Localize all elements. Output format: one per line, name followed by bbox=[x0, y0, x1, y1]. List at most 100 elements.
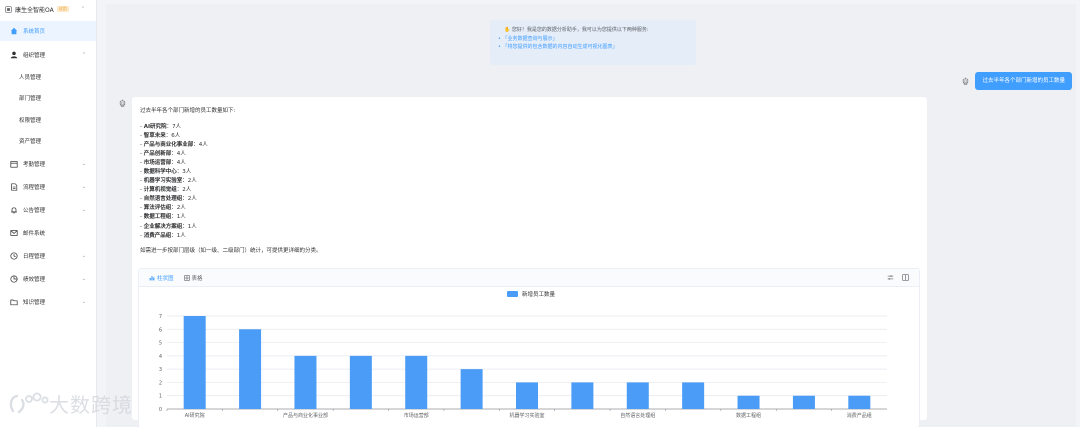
x-tick-label: 数据工程组 bbox=[736, 412, 761, 419]
tab-label: 表格 bbox=[191, 275, 203, 282]
chevron-down-icon: ⌄ bbox=[81, 298, 86, 305]
y-tick-label: 6 bbox=[159, 327, 162, 333]
x-tick-label: AI研究院 bbox=[185, 412, 205, 419]
chevron-down-icon: ⌄ bbox=[81, 252, 86, 259]
watermark-text: 大数跨境 bbox=[49, 393, 133, 417]
robot-icon bbox=[119, 99, 126, 107]
y-tick-label: 2 bbox=[159, 380, 162, 386]
sidebar-item-schedule[interactable]: 日程管理 ⌄ bbox=[0, 244, 96, 267]
home-icon bbox=[10, 27, 18, 35]
y-tick-label: 7 bbox=[159, 314, 162, 320]
list-item: - 市场运营部：4人 bbox=[140, 160, 186, 167]
x-tick-label: 市场运营部 bbox=[404, 412, 429, 419]
sidebar-item-notice[interactable]: 公告管理 ⌄ bbox=[0, 198, 96, 221]
split-view-icon[interactable] bbox=[902, 274, 909, 281]
list-item: - AI研究院：7人 bbox=[140, 124, 182, 130]
pie-icon bbox=[10, 274, 18, 283]
list-item: - 智草未来：6人 bbox=[140, 133, 181, 140]
bar[interactable] bbox=[460, 369, 483, 409]
chevron-up-icon[interactable]: ⌃ bbox=[81, 6, 85, 12]
bar[interactable] bbox=[239, 329, 262, 409]
table-icon bbox=[183, 274, 190, 281]
chart-tools bbox=[887, 274, 909, 281]
y-tick-label: 4 bbox=[159, 354, 162, 360]
sidebar-subitem-asset[interactable]: 资产管理 bbox=[0, 131, 96, 153]
sidebar-item-mail[interactable]: 邮件系统 bbox=[0, 221, 96, 244]
legend-label: 新增员工数量 bbox=[522, 290, 556, 298]
sidebar-item-performance[interactable]: 绩效管理 ⌄ bbox=[0, 267, 96, 290]
list-item: - 企业解决方案组：1人 bbox=[140, 223, 197, 230]
chevron-down-icon: ⌄ bbox=[81, 183, 86, 190]
trial-badge: 试用 bbox=[56, 6, 69, 12]
bar[interactable] bbox=[737, 395, 760, 409]
sidebar-item-knowledge[interactable]: 知识管理 ⌄ bbox=[0, 290, 96, 313]
y-tick-label: 3 bbox=[159, 367, 162, 373]
bar[interactable] bbox=[848, 395, 871, 409]
welcome-option[interactable]: 「业务数据查询与展示」 bbox=[498, 35, 688, 43]
reply-list: - AI研究院：7人 - 智草未来：6人 - 产品与商业化事业部：4人 - 产品… bbox=[140, 123, 919, 241]
bar[interactable] bbox=[349, 355, 372, 409]
reply-intro: 过去半年各个部门新增的员工数量如下: bbox=[140, 108, 236, 114]
sidebar-item-org[interactable]: 组织管理 ⌃ bbox=[0, 43, 96, 66]
x-tick-label: 产品与商业化事业部 bbox=[283, 412, 328, 419]
list-item: - 计算机视觉组：2人 bbox=[140, 187, 192, 194]
x-tick-label: 消费产品组 bbox=[847, 412, 872, 419]
tab-table[interactable]: 表格 bbox=[183, 274, 203, 282]
sidebar-subitem-permission[interactable]: 权限管理 bbox=[0, 109, 96, 131]
folder-icon bbox=[10, 299, 18, 305]
mail-icon bbox=[10, 229, 18, 236]
tab-label: 柱状图 bbox=[157, 275, 174, 282]
bar[interactable] bbox=[405, 355, 428, 409]
app-logo-icon bbox=[5, 5, 12, 13]
watermark: 大数跨境 bbox=[7, 389, 133, 418]
bar[interactable] bbox=[571, 382, 594, 409]
bar[interactable] bbox=[682, 382, 705, 409]
x-tick-label: 机器学习实验室 bbox=[509, 412, 544, 419]
welcome-greeting: ✋ 您好！我是您的数据分析助手，我可以为您提供以下两种服务: bbox=[504, 26, 688, 33]
user-message-row: 过去半年各个部门新增的员工数量 bbox=[962, 72, 1072, 90]
bar[interactable] bbox=[792, 395, 815, 409]
watermark-logo-icon bbox=[9, 392, 49, 413]
sidebar-item-label: 组织管理 bbox=[23, 52, 46, 59]
bar[interactable] bbox=[183, 316, 206, 409]
welcome-card: ✋ 您好！我是您的数据分析助手，我可以为您提供以下两种服务: 「业务数据查询与展… bbox=[490, 20, 696, 65]
user-icon bbox=[10, 51, 18, 58]
sidebar-item-label: 考勤管理 bbox=[23, 161, 46, 168]
chevron-down-icon: ⌄ bbox=[81, 206, 86, 213]
sidebar-item-label: 知识管理 bbox=[23, 299, 46, 306]
sidebar: 康生全智能OA 试用 ⌃ 系统首页 组织管理 ⌃ 人员管理 部门管理 权限管理 … bbox=[0, 0, 97, 427]
wave-icon: ✋ bbox=[504, 27, 511, 33]
sidebar-item-label: 邮件系统 bbox=[23, 230, 46, 237]
bar-chart-icon bbox=[149, 275, 155, 280]
y-tick-label: 5 bbox=[159, 341, 162, 347]
list-item: - 产品与商业化事业部：4人 bbox=[140, 142, 208, 149]
bar-chart: 新增员工数量 0 1 2 3 4 5 6 7 AI研究院 产品与商业化事业部 市场运营部 机器学习实验室… bbox=[159, 290, 887, 419]
app-title: 康生全智能OA bbox=[15, 6, 54, 14]
legend-swatch[interactable] bbox=[507, 291, 518, 297]
tab-bar-chart[interactable]: 柱状图 bbox=[149, 274, 174, 282]
sidebar-subitem-staff[interactable]: 人员管理 bbox=[0, 66, 96, 88]
welcome-greeting-text: 您好！我是您的数据分析助手，我可以为您提供以下两种服务: bbox=[511, 27, 649, 33]
list-item: - 算法评估组：2人 bbox=[140, 205, 186, 212]
bar[interactable] bbox=[294, 355, 317, 409]
y-tick-label: 1 bbox=[159, 394, 162, 400]
assistant-reply: 过去半年各个部门新增的员工数量如下: - AI研究院：7人 - 智草未来：6人 … bbox=[132, 97, 927, 427]
sidebar-item-label: 系统首页 bbox=[23, 29, 46, 35]
sidebar-item-label: 绩效管理 bbox=[23, 276, 46, 283]
chart-tabs: 柱状图 表格 bbox=[139, 269, 919, 287]
welcome-options: 「业务数据查询与展示」 「将您提供的包含数据的内容自动生成可视化图表」 bbox=[498, 35, 688, 51]
sidebar-item-home[interactable]: 系统首页 bbox=[0, 21, 96, 41]
sidebar-item-attendance[interactable]: 考勤管理 ⌄ bbox=[0, 152, 96, 175]
chevron-down-icon: ⌄ bbox=[81, 160, 86, 167]
sidebar-subitem-department[interactable]: 部门管理 bbox=[0, 88, 96, 110]
y-tick-label: 0 bbox=[159, 407, 162, 413]
chevron-up-icon: ⌃ bbox=[81, 51, 86, 58]
document-icon bbox=[11, 182, 18, 191]
bar[interactable] bbox=[516, 382, 538, 409]
robot-icon bbox=[963, 77, 969, 85]
sidebar-item-process[interactable]: 流程管理 ⌄ bbox=[0, 175, 96, 198]
sidebar-header: 康生全智能OA 试用 ⌃ bbox=[0, 0, 96, 18]
bar[interactable] bbox=[626, 382, 649, 409]
welcome-option[interactable]: 「将您提供的包含数据的内容自动生成可视化图表」 bbox=[498, 43, 688, 51]
settings-sliders-icon[interactable] bbox=[887, 274, 894, 281]
